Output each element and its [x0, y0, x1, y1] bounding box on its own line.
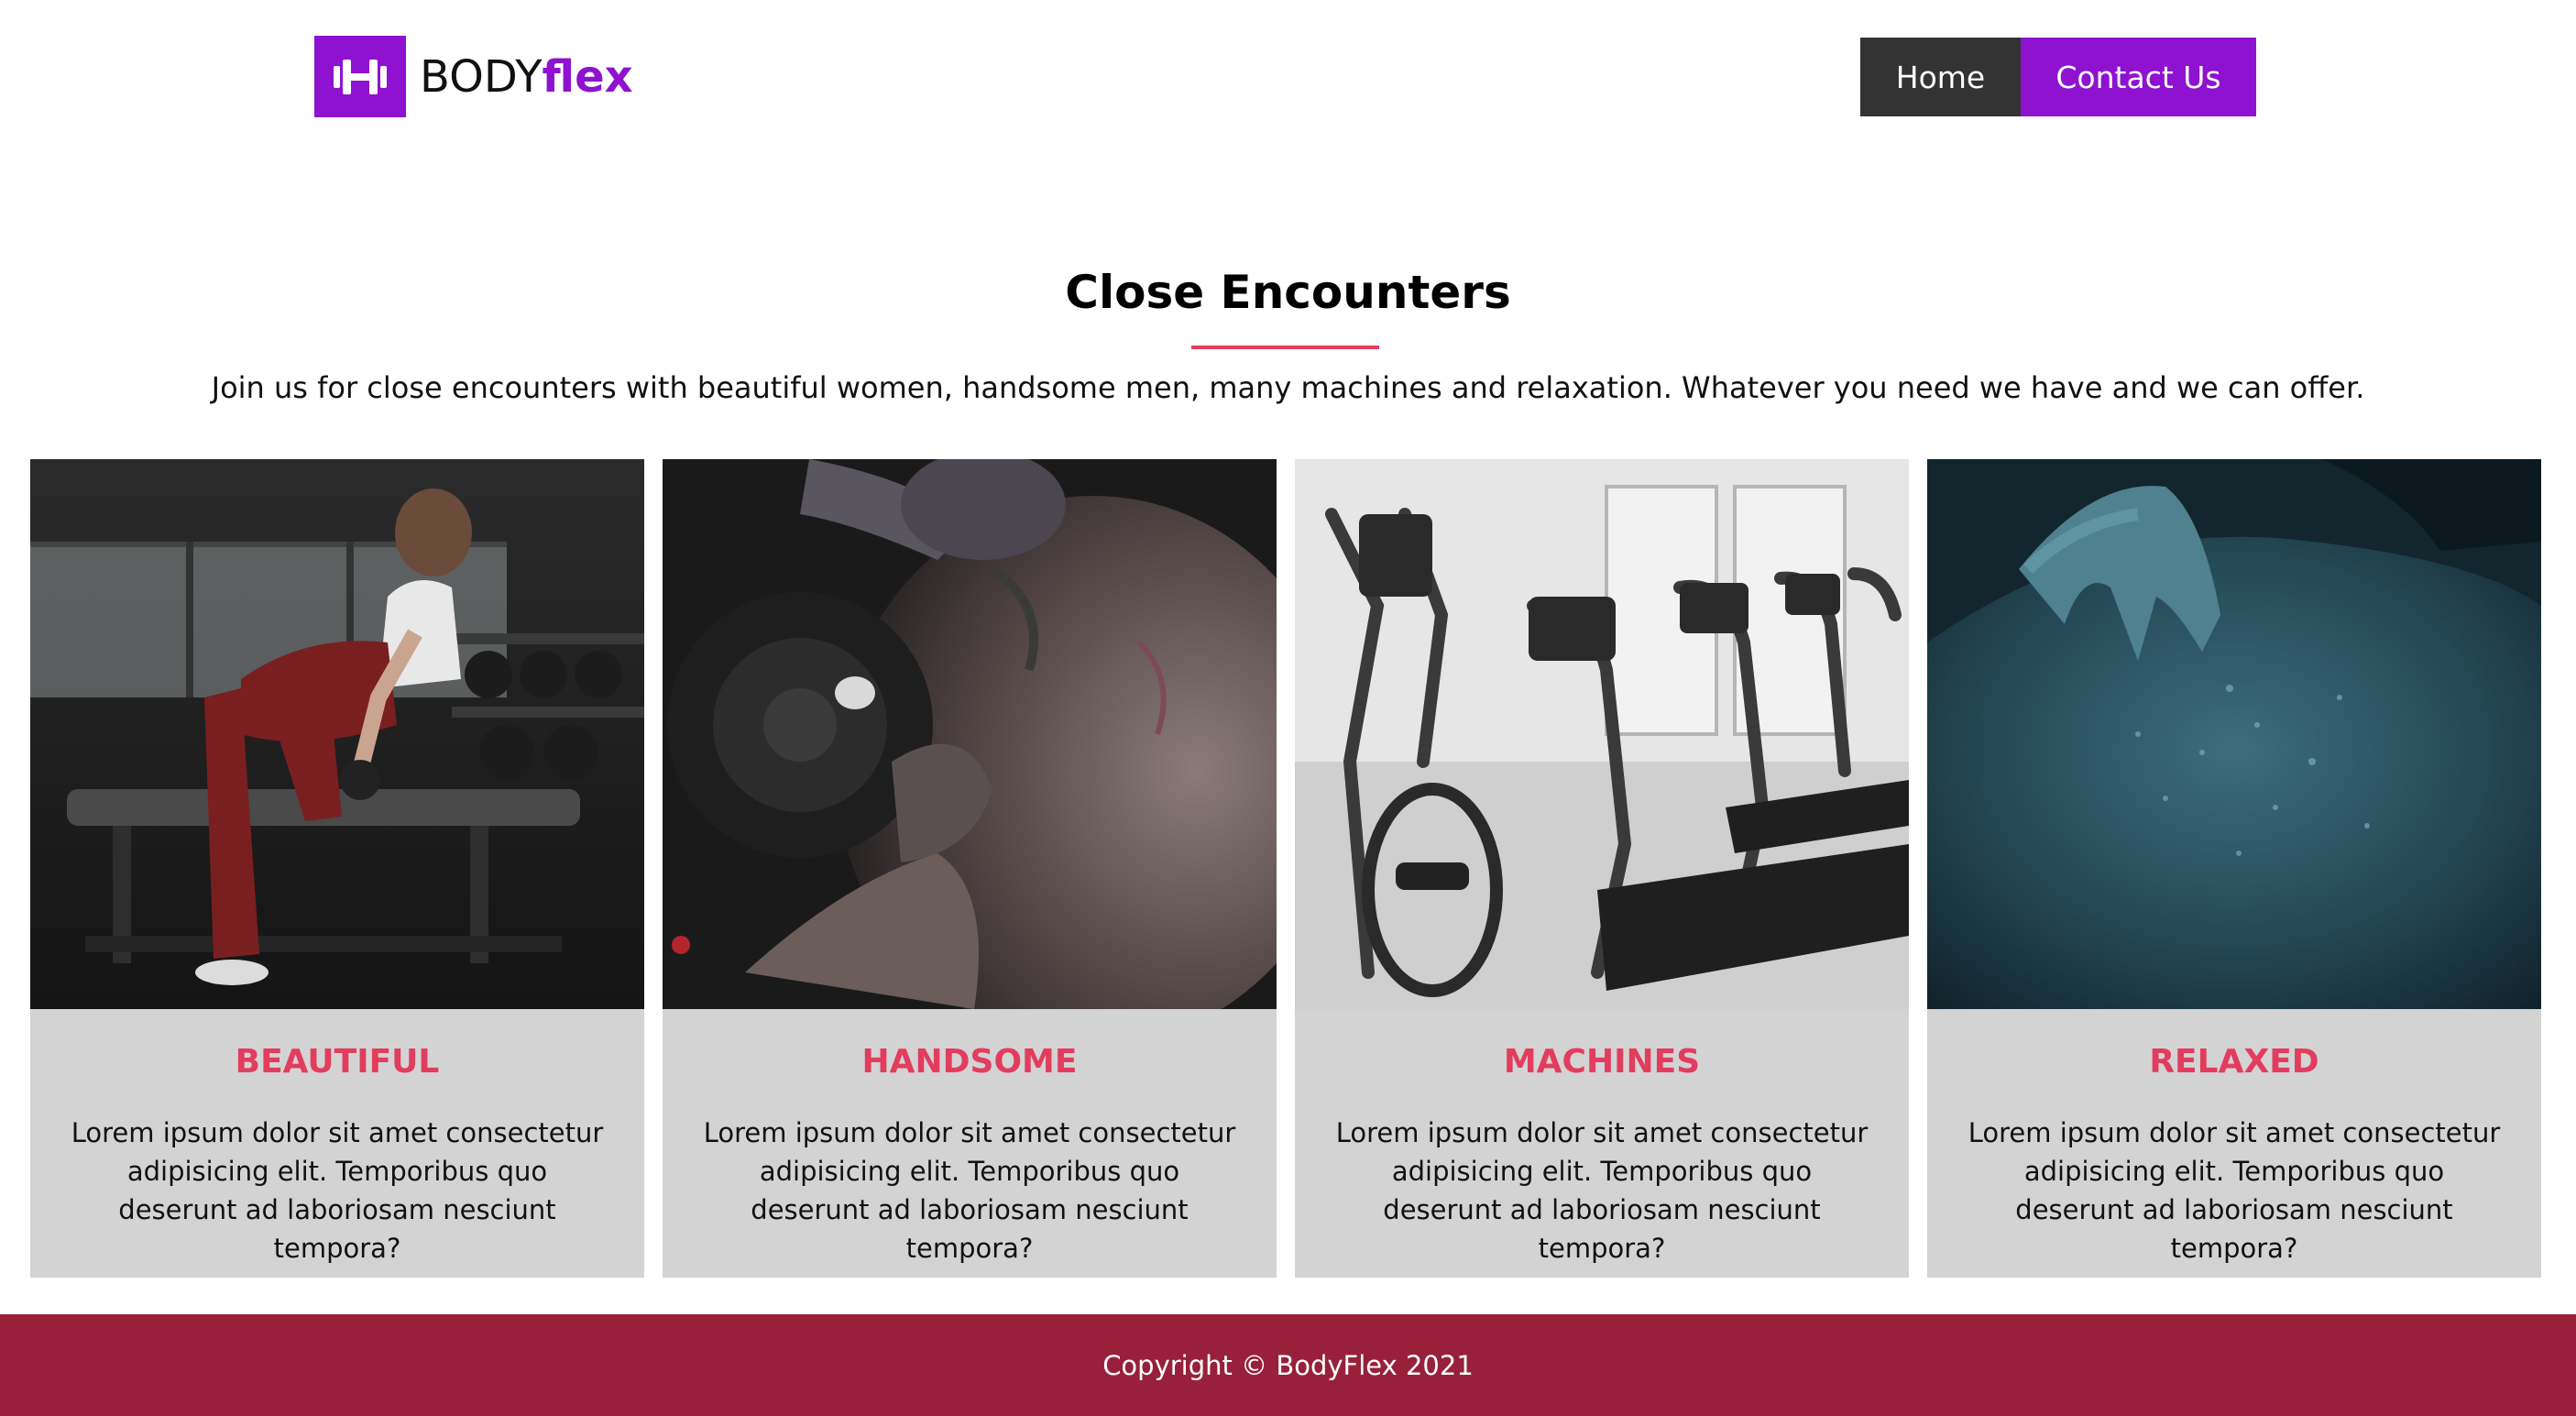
brand-logo[interactable]: BODY flex [314, 36, 633, 117]
logo-text-bold: flex [542, 50, 633, 103]
page: BODY flex Home Contact Us Close Encounter… [0, 0, 2576, 1416]
title-underline [1191, 346, 1379, 349]
card-handsome: HANDSOME Lorem ipsum dolor sit amet cons… [663, 459, 1277, 1278]
section-intro: Join us for close encounters with beauti… [211, 370, 2365, 405]
card-relaxed: RELAXED Lorem ipsum dolor sit amet conse… [1927, 459, 2541, 1278]
footer-copyright: Copyright © BodyFlex 2021 [1102, 1349, 1474, 1381]
card-beautiful: BEAUTIFUL Lorem ipsum dolor sit amet con… [30, 459, 644, 1278]
card-text: Lorem ipsum dolor sit amet consectetur a… [703, 1117, 1236, 1264]
woman-dumbbell-row-photo [30, 459, 644, 1009]
card-title: HANDSOME [861, 1043, 1078, 1081]
card-title: MACHINES [1503, 1043, 1701, 1081]
logo-text-regular: BODY [420, 50, 543, 103]
dumbbell-icon [314, 36, 406, 117]
card-text: Lorem ipsum dolor sit amet consectetur a… [1335, 1117, 1869, 1264]
section-title: Close Encounters [1065, 266, 1511, 319]
main-nav: Home Contact Us [1860, 38, 2256, 116]
card-title: BEAUTIFUL [235, 1043, 440, 1081]
card-text: Lorem ipsum dolor sit amet consectetur a… [1968, 1117, 2501, 1264]
nav-contact-button[interactable]: Contact Us [2021, 38, 2256, 116]
card-title: RELAXED [2149, 1043, 2319, 1081]
footer: Copyright © BodyFlex 2021 [0, 1314, 2576, 1416]
card-machines: MACHINES Lorem ipsum dolor sit amet cons… [1295, 459, 1909, 1278]
logo-wordmark: BODY flex [420, 55, 633, 99]
card-text: Lorem ipsum dolor sit amet consectetur a… [71, 1117, 604, 1264]
treadmills-photo [1295, 459, 1909, 1009]
nav-home-button[interactable]: Home [1860, 38, 2021, 116]
man-bicep-curl-photo [663, 459, 1277, 1009]
shoulder-massage-photo [1927, 459, 2541, 1009]
